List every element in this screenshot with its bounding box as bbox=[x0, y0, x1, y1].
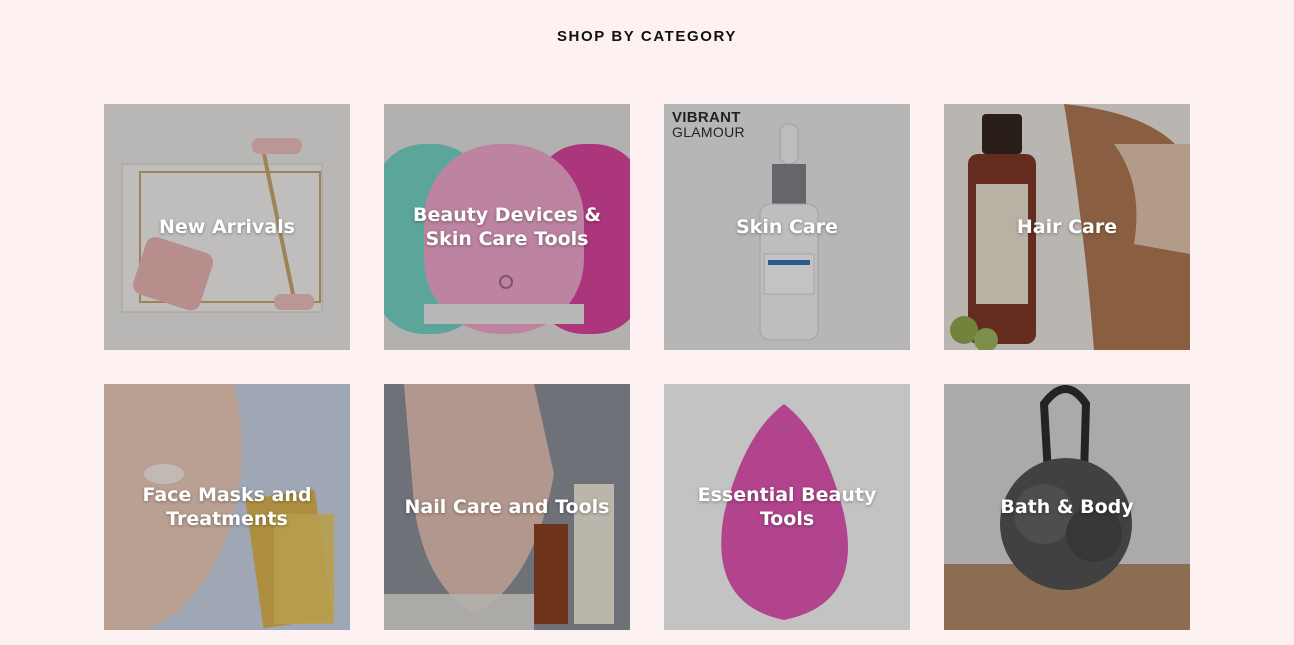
category-tile-new-arrivals[interactable]: New Arrivals bbox=[104, 104, 350, 350]
category-tile-face-masks[interactable]: Face Masks and Treatments bbox=[104, 384, 350, 630]
category-tile-essential-tools[interactable]: Essential Beauty Tools bbox=[664, 384, 910, 630]
category-tile-nail-care[interactable]: Nail Care and Tools bbox=[384, 384, 630, 630]
category-label: New Arrivals bbox=[159, 216, 295, 238]
category-tile-hair-care[interactable]: Hair Care bbox=[944, 104, 1190, 350]
category-label: Face Masks and Treatments bbox=[142, 484, 312, 530]
category-label: Beauty Devices & Skin Care Tools bbox=[413, 204, 601, 250]
category-label: Bath & Body bbox=[1000, 496, 1134, 518]
section-title: SHOP BY CATEGORY bbox=[556, 28, 738, 45]
category-tile-skin-care[interactable]: VIBRANT GLAMOUR Skin Care bbox=[664, 104, 910, 350]
category-tile-bath-body[interactable]: Bath & Body bbox=[944, 384, 1190, 630]
category-label: Essential Beauty Tools bbox=[697, 484, 877, 530]
category-label: Nail Care and Tools bbox=[404, 496, 610, 518]
category-tile-beauty-devices[interactable]: Beauty Devices & Skin Care Tools bbox=[384, 104, 630, 350]
category-label: Hair Care bbox=[1016, 216, 1118, 238]
category-grid: New Arrivals Beauty Devices & Skin Care … bbox=[104, 104, 1190, 630]
category-label: Skin Care bbox=[736, 216, 838, 238]
